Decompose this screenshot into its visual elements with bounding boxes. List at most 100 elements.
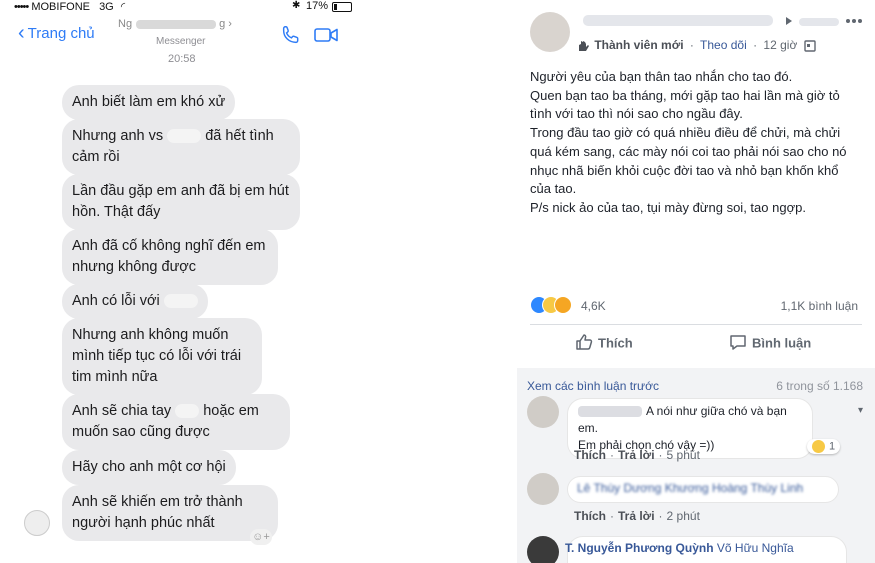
message-bubble[interactable]: Nhưng anh vs đã hết tình cảm rồi — [62, 119, 300, 175]
message-bubble[interactable]: Nhưng anh không muốn mình tiếp tục có lỗ… — [62, 318, 262, 395]
message-bubble[interactable]: Anh có lỗi với — [62, 284, 208, 319]
haha-reaction-icon — [812, 440, 825, 453]
message-bubble[interactable]: Anh biết làm em khó xử — [62, 85, 236, 120]
message-text: Hãy cho anh một cơ hội — [72, 459, 226, 475]
comment-label: Bình luận — [752, 335, 812, 351]
call-actions — [280, 24, 340, 46]
facebook-post: Thành viên mới · Theo dõi · 12 giờ Người… — [517, 0, 875, 563]
signal-carrier: ••••• MOBIFONE 3G ◜ — [14, 0, 125, 13]
comment-options-icon[interactable]: ▾ — [858, 405, 863, 416]
post-meta: Thành viên mới · Theo dõi · 12 giờ — [577, 38, 816, 52]
comment-reply-link[interactable]: Trả lời — [618, 448, 655, 462]
message-text: Nhưng anh vs — [72, 128, 164, 144]
tagged-name[interactable]: Võ Hữu Nghĩa — [717, 541, 794, 555]
message-bubble[interactable]: Hãy cho anh một cơ hội — [62, 450, 236, 485]
carrier-name: MOBIFONE — [31, 1, 90, 13]
message-text: Anh đã cố không nghĩ đến em nhưng không … — [72, 238, 266, 275]
messenger-screenshot: ••••• MOBIFONE 3G ◜ ✱ 17% ‹ Trang chủ Ng … — [10, 0, 360, 563]
conversation-header: ‹ Trang chủ Ng g › Messenger — [10, 16, 360, 56]
post-header-icons — [785, 12, 865, 30]
new-member-icon — [579, 40, 589, 51]
comment-actions: Thích · Trả lời · 5 phút — [574, 448, 700, 462]
back-label: Trang chủ — [27, 25, 95, 42]
comment-time[interactable]: 2 phút — [667, 509, 700, 523]
audience-icon — [803, 40, 816, 52]
comment-text-blurred: Lê Thùy Dương Khương Hoàng Thùy Linh — [577, 481, 804, 495]
battery-icon — [332, 2, 352, 12]
message-text: Lần đầu gặp em anh đã bị em hút hồn. Thậ… — [72, 183, 289, 220]
back-button[interactable]: ‹ Trang chủ — [18, 22, 95, 44]
message-bubble[interactable]: Anh sẽ khiến em trở thành người hạnh phú… — [62, 485, 278, 541]
redacted-name — [167, 129, 202, 144]
post-line: Quen bạn tao ba tháng, mới gặp tao hai l… — [530, 87, 840, 122]
chat-timestamp: 20:58 — [168, 53, 196, 65]
phone-icon[interactable] — [280, 24, 302, 46]
comment-like-link[interactable]: Thích — [574, 509, 606, 523]
group-name-redacted[interactable] — [799, 18, 839, 26]
commenter-avatar[interactable] — [527, 473, 559, 505]
separator-dot: · — [610, 509, 614, 523]
more-options-icon[interactable] — [845, 12, 863, 30]
message-text: Anh biết làm em khó xử — [72, 94, 226, 110]
message-text: Anh sẽ chia tay — [72, 403, 172, 419]
chevron-left-icon: ‹ — [18, 22, 25, 44]
post-line: Người yêu của bạn thân tao nhắn cho tao … — [530, 69, 793, 84]
divider — [530, 324, 862, 325]
comment-reply-link[interactable]: Trả lời — [618, 509, 655, 523]
contact-name-visible: Ng — [118, 18, 133, 30]
nav-subtitle: Messenger — [156, 36, 206, 47]
sender-avatar[interactable] — [24, 510, 50, 536]
commenter-name-redacted[interactable] — [578, 406, 642, 418]
comment-button[interactable]: Bình luận — [729, 335, 811, 353]
like-button[interactable]: Thích — [575, 334, 633, 353]
sad-reaction-icon — [554, 296, 572, 314]
redacted-name — [175, 404, 200, 419]
signal-dots-icon: ••••• — [14, 1, 29, 13]
message-bubble[interactable]: Anh sẽ chia tay hoặc em muốn sao cũng đư… — [62, 394, 290, 450]
add-reaction-icon[interactable]: ☺+ — [250, 529, 272, 545]
comment-count[interactable]: 1,1K bình luận — [781, 299, 858, 313]
comment-reaction-badge[interactable]: 1 — [807, 439, 841, 454]
contact-name-redacted — [136, 19, 217, 29]
like-label: Thích — [598, 335, 633, 351]
commenter-avatar[interactable] — [527, 536, 559, 563]
bluetooth-icon: ✱ — [292, 0, 301, 11]
separator-dot: · — [610, 448, 614, 462]
comment-pagination: 6 trong số 1.168 — [776, 379, 863, 393]
wifi-icon: ◜ — [120, 1, 126, 13]
thumbs-up-icon — [576, 334, 593, 350]
reaction-count[interactable]: 4,6K — [581, 299, 606, 313]
contact-name[interactable]: Ng g › — [118, 18, 258, 30]
author-avatar[interactable] — [530, 12, 570, 52]
message-text: Nhưng anh không muốn mình tiếp tục có lỗ… — [72, 327, 242, 385]
separator-dot: · — [658, 448, 663, 462]
contact-name-suffix: g › — [219, 18, 232, 30]
follow-link[interactable]: Theo dõi — [700, 38, 747, 52]
comment-time[interactable]: 5 phút — [667, 448, 700, 462]
new-member-badge[interactable]: Thành viên mới — [594, 38, 683, 52]
redacted-name — [163, 294, 198, 309]
comment-icon — [730, 335, 746, 350]
caret-right-icon — [786, 17, 792, 25]
separator-dot: · — [753, 38, 758, 52]
battery-percent: 17% — [306, 0, 329, 12]
post-time[interactable]: 12 giờ — [763, 38, 797, 52]
commenter-name[interactable]: T. Nguyễn Phương Quỳnh — [565, 541, 714, 555]
comment-author-line[interactable]: T. Nguyễn Phương Quỳnh Võ Hữu Nghĩa — [565, 541, 794, 555]
video-call-icon[interactable] — [314, 24, 340, 46]
comment-like-link[interactable]: Thích — [574, 448, 606, 462]
message-bubble[interactable]: Lần đầu gặp em anh đã bị em hút hồn. Thậ… — [62, 174, 300, 230]
network-type: 3G — [99, 1, 114, 13]
post-line: P/s nick ảo của tao, tụi mày đừng soi, t… — [530, 199, 806, 215]
comment-reaction-count: 1 — [829, 440, 836, 453]
post-body: Người yêu của bạn thân tao nhắn cho tao … — [530, 68, 860, 218]
author-name-redacted[interactable] — [583, 15, 773, 26]
post-line: Trong đầu tao giờ có quá nhiều điều để c… — [530, 125, 847, 197]
message-text: Anh có lỗi với — [72, 293, 160, 309]
message-bubble[interactable]: Anh đã cố không nghĩ đến em nhưng không … — [62, 229, 278, 285]
message-text: Anh sẽ khiến em trở thành người hạnh phú… — [72, 494, 243, 531]
status-bar: ••••• MOBIFONE 3G ◜ ✱ 17% — [10, 0, 360, 14]
view-previous-comments-link[interactable]: Xem các bình luận trước — [527, 379, 659, 393]
commenter-avatar[interactable] — [527, 396, 559, 428]
separator-dot: · — [658, 509, 663, 523]
